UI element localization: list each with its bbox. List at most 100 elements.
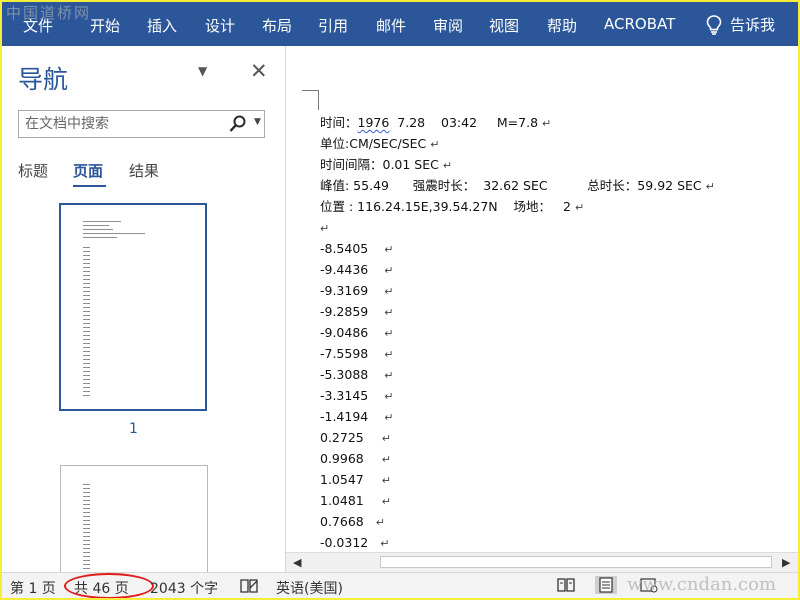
doc-line: 时间：1976 7.28 03:42 M=7.8 ↵ xyxy=(320,115,552,130)
tab-review[interactable]: 审阅 xyxy=(433,15,463,36)
thumbnail-text-line xyxy=(83,540,90,541)
tab-acrobat[interactable]: ACROBAT xyxy=(604,15,675,33)
thumbnail-text-line xyxy=(83,323,90,324)
search-options-dropdown-icon[interactable]: ▼ xyxy=(254,117,261,127)
page-thumbnail-1[interactable] xyxy=(59,203,207,411)
thumbnail-text-line xyxy=(83,560,90,561)
nav-title: 导航 xyxy=(18,65,69,94)
doc-line: -9.0486 ↵ xyxy=(320,325,394,340)
status-word-count[interactable]: 2043 个字 xyxy=(150,578,218,598)
status-language[interactable]: 英语(美国) xyxy=(276,578,343,598)
doc-line: -3.3145 ↵ xyxy=(320,388,394,403)
page-thumbnail-2[interactable] xyxy=(60,465,208,572)
doc-line: 1.0481 ↵ xyxy=(320,493,391,508)
thumbnail-text-line xyxy=(83,544,90,545)
tab-references[interactable]: 引用 xyxy=(318,15,348,36)
margin-corner-mark xyxy=(302,90,318,91)
thumbnail-text-line xyxy=(83,351,90,352)
doc-line: 位置 : 116.24.15E,39.54.27N 场地： 2 ↵ xyxy=(320,199,585,214)
doc-line: 0.7668 ↵ xyxy=(320,514,385,529)
doc-line: -0.0312 ↵ xyxy=(320,535,390,550)
read-mode-icon[interactable] xyxy=(555,576,577,594)
ribbon: 文件 开始 插入 设计 布局 引用 邮件 审阅 视图 帮助 ACROBAT 告诉… xyxy=(2,2,798,46)
thumbnail-text-line xyxy=(83,395,90,396)
doc-line: 0.2725 ↵ xyxy=(320,430,391,445)
thumbnail-text-line xyxy=(83,512,90,513)
thumbnail-text-line xyxy=(83,343,90,344)
thumbnail-text-line xyxy=(83,387,90,388)
tab-insert[interactable]: 插入 xyxy=(147,15,177,36)
thumbnail-text-line xyxy=(83,528,90,529)
thumbnail-text-line xyxy=(83,516,90,517)
thumbnail-text-line xyxy=(83,237,117,238)
thumbnail-text-line xyxy=(83,283,90,284)
nav-tab-results[interactable]: 结果 xyxy=(129,160,159,181)
tab-mailings[interactable]: 邮件 xyxy=(376,15,406,36)
tab-view[interactable]: 视图 xyxy=(489,15,519,36)
thumbnail-text-line xyxy=(83,311,90,312)
thumbnail-text-line xyxy=(83,225,109,226)
thumbnail-text-line xyxy=(83,233,145,234)
tell-me-box[interactable]: 告诉我 xyxy=(706,14,775,35)
doc-line: -9.3169 ↵ xyxy=(320,283,394,298)
doc-line: -1.4194 ↵ xyxy=(320,409,394,424)
thumbnail-text-line xyxy=(83,295,90,296)
scroll-left-icon[interactable]: ◀ xyxy=(293,556,301,569)
thumbnail-text-line xyxy=(83,548,90,549)
scrollbar-thumb[interactable] xyxy=(380,556,772,568)
thumbnail-text-line xyxy=(83,267,90,268)
thumbnail-text-line xyxy=(83,520,90,521)
proofing-icon[interactable] xyxy=(239,578,259,594)
doc-line: 0.9968 ↵ xyxy=(320,451,391,466)
tell-me-label: 告诉我 xyxy=(730,16,776,34)
thumbnail-text-line xyxy=(83,275,90,276)
close-icon[interactable]: ✕ xyxy=(250,59,268,83)
search-box: ▼ xyxy=(18,110,265,138)
nav-tab-pages[interactable]: 页面 xyxy=(73,160,103,181)
thumbnail-text-line xyxy=(83,492,90,493)
thumbnail-text-line xyxy=(83,307,90,308)
nav-tab-headings[interactable]: 标题 xyxy=(18,160,48,181)
thumbnail-text-line xyxy=(83,287,90,288)
thumbnail-text-line xyxy=(83,359,90,360)
thumbnail-text-line xyxy=(83,251,90,252)
tab-file[interactable]: 文件 xyxy=(23,15,53,36)
page-thumbnail-label: 1 xyxy=(129,421,138,437)
doc-line: 1.0547 ↵ xyxy=(320,472,391,487)
horizontal-scrollbar[interactable]: ◀ ▶ xyxy=(286,552,798,572)
thumbnail-text-line xyxy=(83,371,90,372)
search-input[interactable] xyxy=(23,115,223,133)
thumbnail-text-line xyxy=(83,271,90,272)
thumbnail-text-line xyxy=(83,508,90,509)
thumbnail-text-line xyxy=(83,552,90,553)
tab-home[interactable]: 开始 xyxy=(90,15,120,36)
tab-help[interactable]: 帮助 xyxy=(547,15,577,36)
doc-line: -9.2859 ↵ xyxy=(320,304,394,319)
thumbnail-text-line xyxy=(83,319,90,320)
nav-options-dropdown-icon[interactable]: ▼ xyxy=(198,64,207,78)
thumbnail-text-line xyxy=(83,255,90,256)
scroll-right-icon[interactable]: ▶ xyxy=(782,556,790,569)
thumbnail-text-line xyxy=(83,488,90,489)
highlight-oval xyxy=(64,573,154,598)
web-layout-icon[interactable] xyxy=(638,576,660,594)
spellcheck-underlined-text: 1976 xyxy=(357,115,390,130)
doc-line: -9.4436 ↵ xyxy=(320,262,394,277)
thumbnail-text-line xyxy=(83,484,90,485)
thumbnail-text-line xyxy=(83,556,90,557)
doc-line: 时间间隔：0.01 SEC ↵ xyxy=(320,157,453,172)
thumbnail-text-line xyxy=(83,291,90,292)
status-page-number[interactable]: 第 1 页 xyxy=(10,578,56,598)
tab-layout[interactable]: 布局 xyxy=(262,15,292,36)
print-layout-icon[interactable] xyxy=(595,576,617,594)
thumbnail-text-line xyxy=(83,379,90,380)
search-icon[interactable] xyxy=(229,115,247,133)
thumbnail-text-line xyxy=(83,279,90,280)
word-window: 文件 开始 插入 设计 布局 引用 邮件 审阅 视图 帮助 ACROBAT 告诉… xyxy=(2,2,798,598)
thumbnail-text-line xyxy=(83,327,90,328)
tab-design[interactable]: 设计 xyxy=(205,15,235,36)
thumbnail-text-line xyxy=(83,375,90,376)
doc-line: 单位:CM/SEC/SEC ↵ xyxy=(320,136,440,151)
doc-line: 峰值: 55.49 强震时长： 32.62 SEC 总时长：59.92 SEC ↵ xyxy=(320,178,715,193)
thumbnail-text-line xyxy=(83,263,90,264)
